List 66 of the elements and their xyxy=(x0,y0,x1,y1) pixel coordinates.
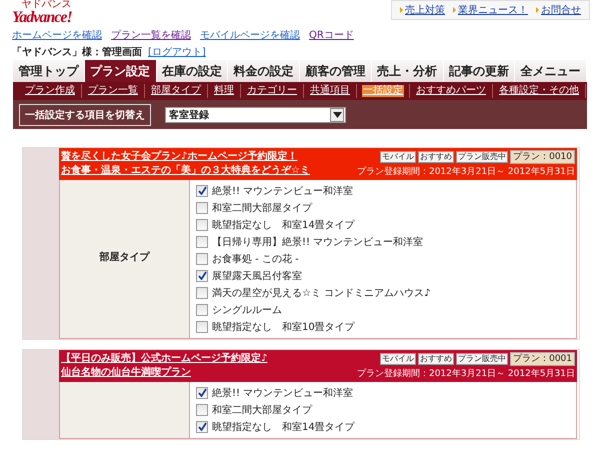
checkbox[interactable] xyxy=(196,286,208,298)
main-tab[interactable]: プラン設定 xyxy=(84,60,156,82)
checkbox[interactable] xyxy=(196,252,208,264)
plan-title-link[interactable]: 贅を尽くした女子会プラン♪ホームページ予約限定！ xyxy=(61,150,310,163)
plan-tag: プラン販売中 xyxy=(456,151,508,163)
plan-tag: モバイル xyxy=(380,151,416,163)
plan-number: プラン：0001 xyxy=(510,352,575,366)
plan-period: プラン登録期間：2012年3月21日～ 2012年5月31日 xyxy=(356,165,575,178)
room-type-label: 絶景!! マウンテンビュー和洋室 xyxy=(212,184,354,198)
plan-title-link[interactable]: 【平日のみ販売】公式ホームページ予約限定♪ xyxy=(61,352,268,365)
main-tab[interactable]: 売上・分析 xyxy=(372,60,444,82)
checkbox[interactable] xyxy=(196,404,208,416)
checkbox[interactable] xyxy=(196,420,208,432)
room-type-label: お食事処 - この花 - xyxy=(212,252,299,266)
site-link[interactable]: モバイルページを確認 xyxy=(200,28,300,42)
checkbox[interactable] xyxy=(196,270,208,282)
main-tab[interactable]: 顧客の管理 xyxy=(300,60,372,82)
sub-nav-link[interactable]: 各種設定・その他 xyxy=(498,85,580,97)
main-tab[interactable]: 全メニュー xyxy=(515,60,587,82)
sub-nav-link[interactable]: おすすめパーツ xyxy=(415,85,487,97)
plan-period: プラン登録期間：2012年3月21日～ 2012年5月31日 xyxy=(356,367,575,380)
room-type-label: 眺望指定なし 和室14畳タイプ xyxy=(212,420,355,434)
checkbox[interactable] xyxy=(196,236,208,248)
room-type-label: 眺望指定なし 和室14畳タイプ xyxy=(212,218,355,232)
plan-number: プラン：0010 xyxy=(510,150,575,164)
checkbox[interactable] xyxy=(196,218,208,230)
checkbox[interactable] xyxy=(196,320,208,332)
plan-title-link[interactable]: 仙台名物の仙台牛満喫プラン xyxy=(61,366,268,379)
main-tab[interactable]: 料金の設定 xyxy=(228,60,300,82)
header-link[interactable]: 売上対策 xyxy=(400,3,445,17)
plan-tag: おすすめ xyxy=(418,353,454,365)
site-link[interactable]: プラン一覧を確認 xyxy=(111,28,191,42)
account-title: 「ヤドバンス」様：管理画面 xyxy=(12,46,142,59)
sub-nav-link[interactable]: プラン一覧 xyxy=(87,85,139,97)
checkbox[interactable] xyxy=(196,386,208,398)
field-label: 部屋タイプ xyxy=(100,250,150,264)
plan-tag: モバイル xyxy=(380,353,416,365)
room-type-label: 和室二間大部屋タイプ xyxy=(212,202,312,214)
main-tab[interactable]: 在庫の設定 xyxy=(156,60,228,82)
switch-button[interactable]: 一括設定する項目を切替え xyxy=(19,104,151,126)
room-type-label: シングルルーム xyxy=(212,304,282,316)
sub-nav-link[interactable]: プラン作成 xyxy=(24,85,76,97)
room-type-label: 【日帰り専用】絶景!! マウンテンビュー和洋室 xyxy=(212,236,424,248)
sub-nav-link[interactable]: 部屋タイプ xyxy=(150,85,202,97)
sub-nav-link[interactable]: カテゴリー xyxy=(246,85,298,97)
room-type-label: 和室二間大部屋タイプ xyxy=(212,404,312,416)
header-link[interactable]: お問合せ xyxy=(536,3,581,17)
room-type-label: 眺望指定なし 和室10畳タイプ xyxy=(212,320,355,334)
sub-nav-link[interactable]: 料理 xyxy=(213,85,235,97)
checkbox[interactable] xyxy=(196,202,208,214)
sub-nav-link[interactable]: 共通項目 xyxy=(309,85,351,97)
item-select[interactable]: 客室登録 xyxy=(165,106,346,122)
plan-tag: プラン販売中 xyxy=(456,353,508,365)
room-type-label: 満天の星空が見える☆ミ コンドミニアムハウス♪ xyxy=(212,286,431,300)
plan-title-link[interactable]: お食事・温泉・エステの「美」の３大特典をどうぞ☆ミ xyxy=(61,164,310,177)
plan-tag: おすすめ xyxy=(418,151,454,163)
main-tab[interactable]: 記事の更新 xyxy=(444,60,516,82)
site-link[interactable]: QRコード xyxy=(309,28,354,42)
site-link[interactable]: ホームページを確認 xyxy=(12,28,102,42)
room-type-label: 絶景!! マウンテンビュー和洋室 xyxy=(212,386,354,400)
logout-link[interactable]: [ログアウト] xyxy=(148,45,206,59)
room-type-label: 展望露天風呂付客室 xyxy=(212,270,302,282)
main-tab[interactable]: 管理トップ xyxy=(13,60,85,82)
header-link[interactable]: 業界ニュース！ xyxy=(453,3,528,17)
checkbox[interactable] xyxy=(196,184,208,196)
checkbox[interactable] xyxy=(196,304,208,316)
